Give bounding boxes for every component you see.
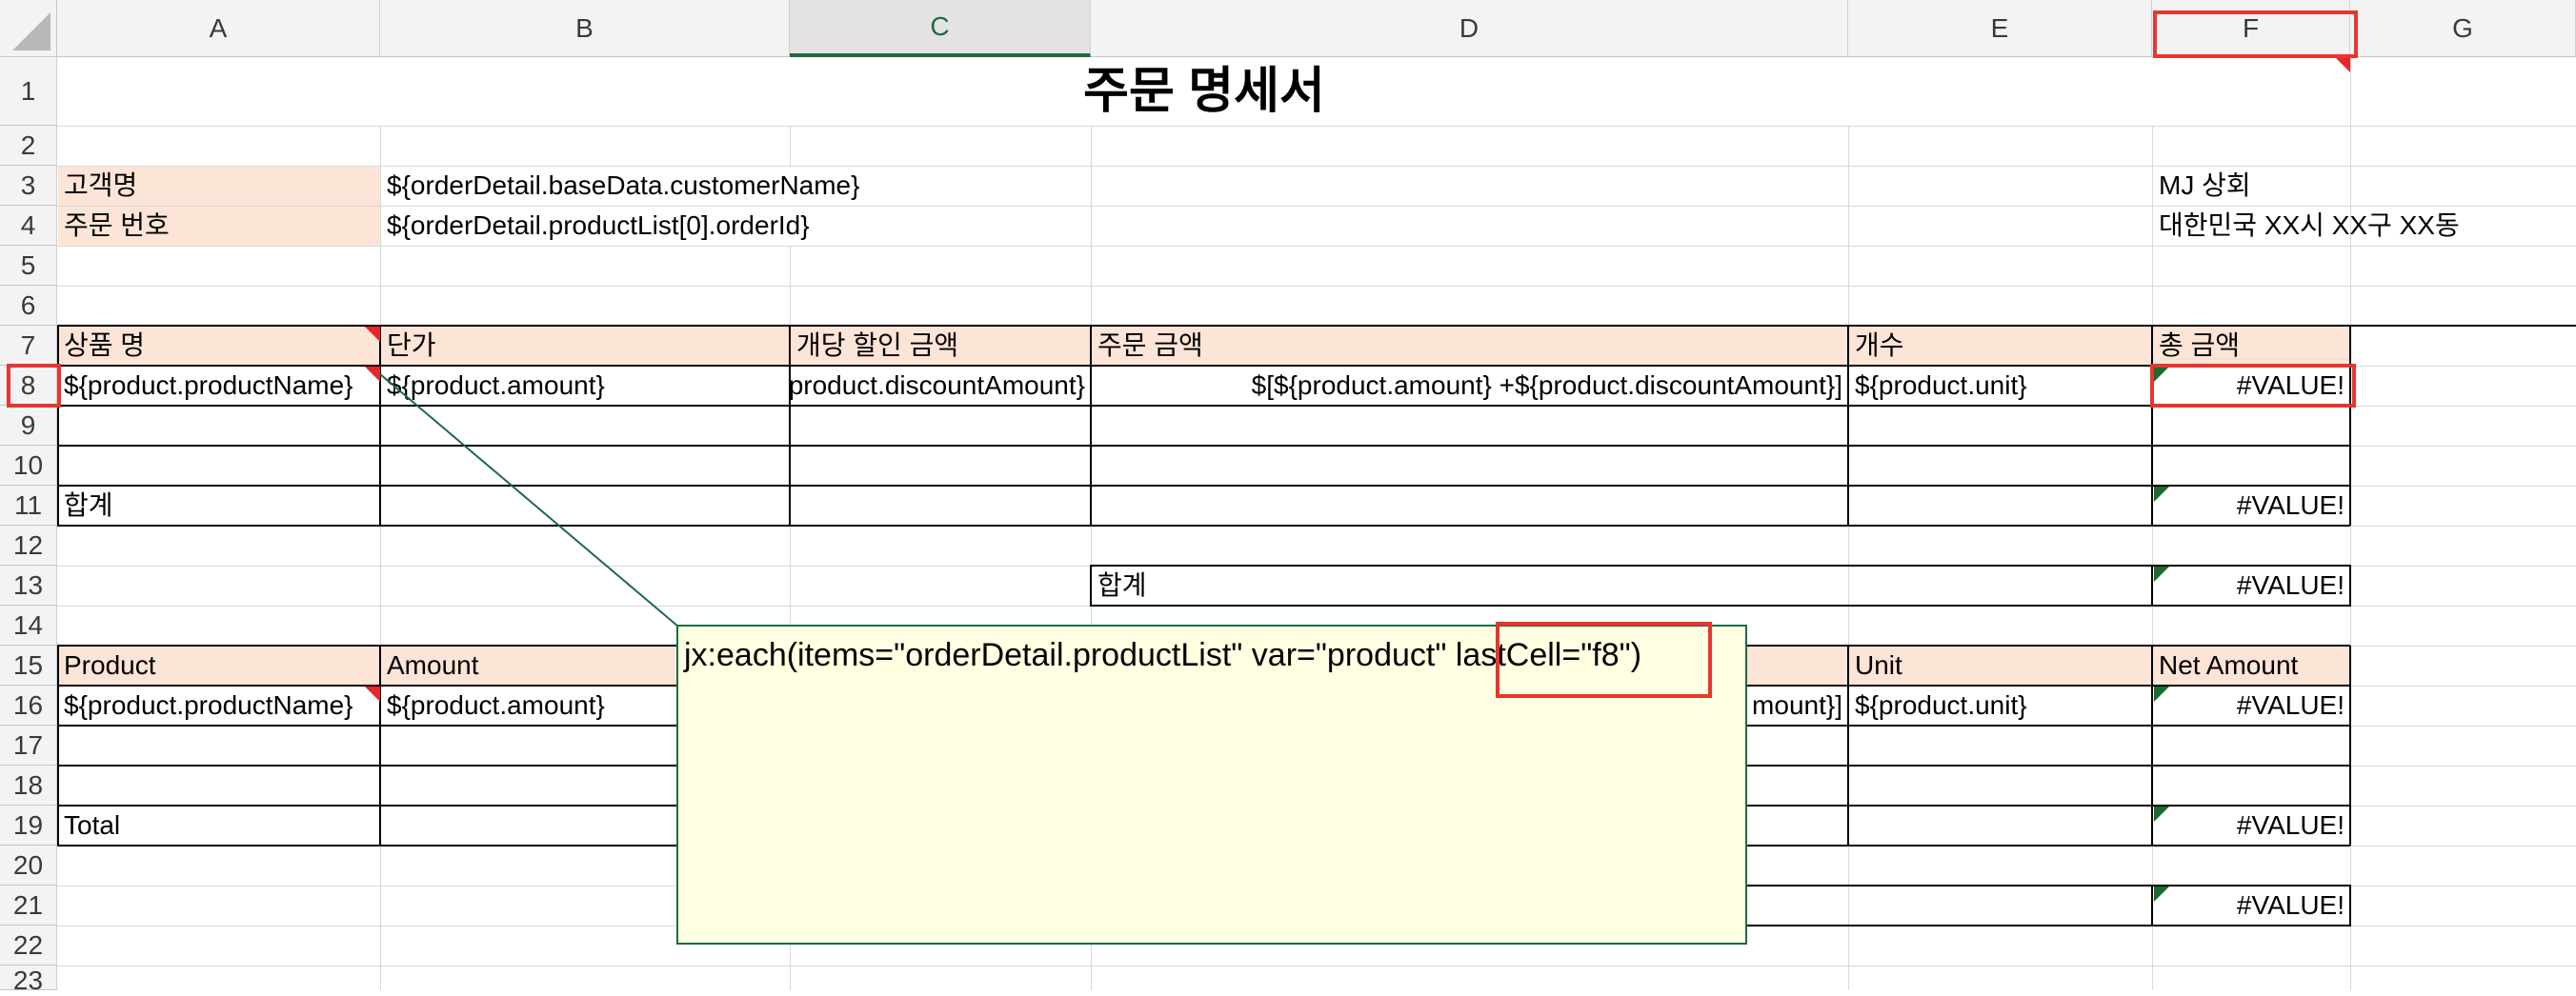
highlight-lastcell (1496, 622, 1712, 698)
spreadsheet[interactable]: A B C D E F G 1 2 3 4 5 6 7 8 9 10 11 12… (0, 0, 2576, 995)
highlight-row-8 (7, 364, 61, 408)
highlight-column-f (2153, 10, 2358, 58)
comment-text: jx:each(items="orderDetail.productList" … (684, 637, 1456, 673)
highlight-cell-f8 (2150, 364, 2356, 408)
